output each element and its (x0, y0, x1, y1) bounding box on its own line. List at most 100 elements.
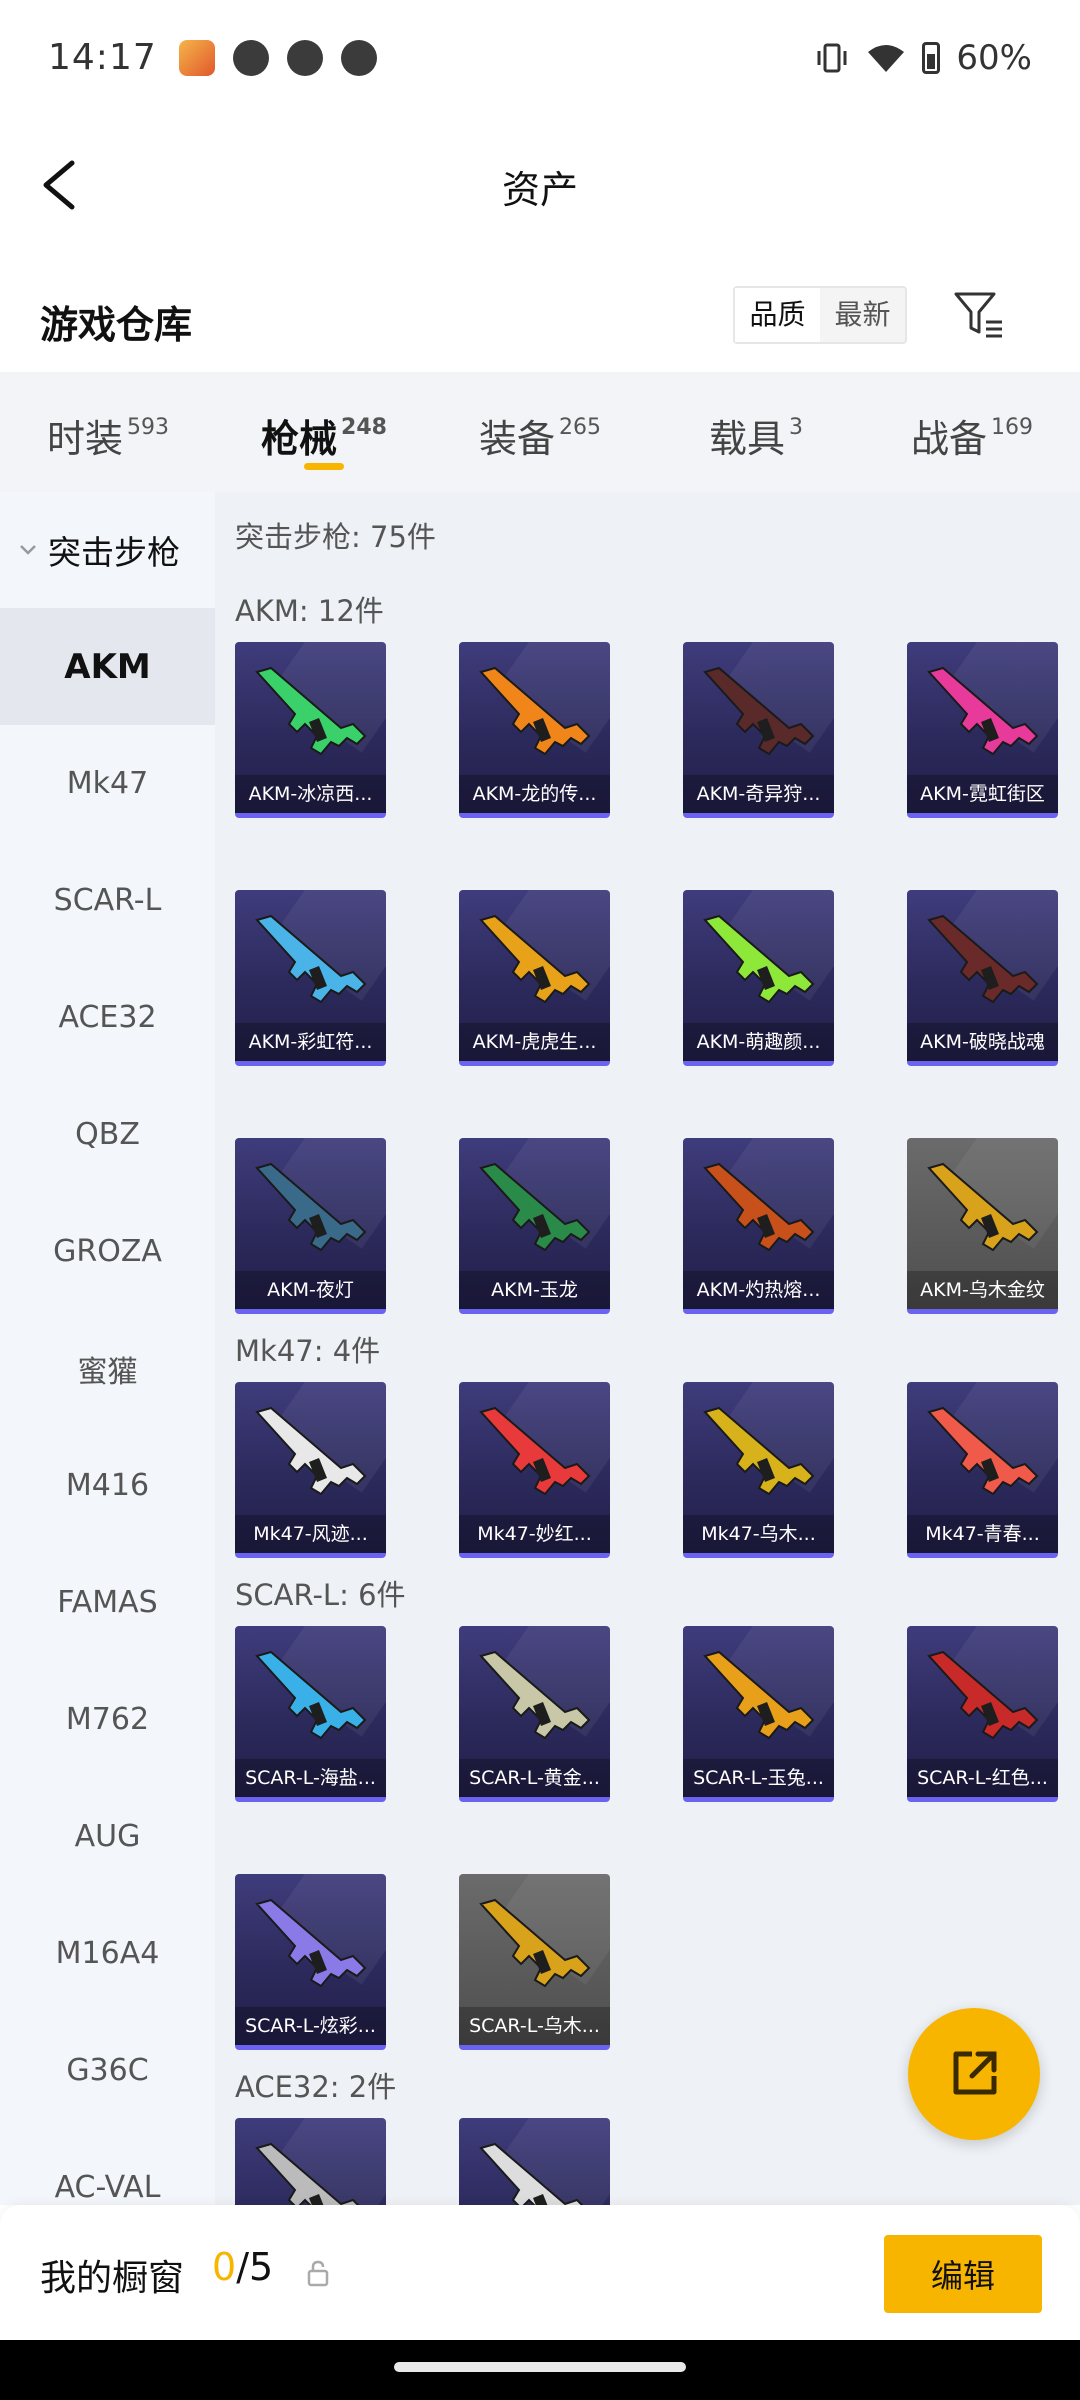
tab-active-indicator (304, 463, 344, 470)
rifle-icon (255, 2142, 360, 2205)
skin-card[interactable]: Mk47-妙红... (459, 1382, 610, 1558)
skin-card[interactable]: AKM-冰凉西... (235, 642, 386, 818)
tab-label: 装备 (478, 417, 555, 461)
skin-card[interactable]: AKM-乌木金纹 (907, 1138, 1058, 1314)
skin-card[interactable]: AKM-龙的传... (459, 642, 610, 818)
skin-name: SCAR-L-玉兔... (683, 1759, 834, 1797)
skin-card[interactable]: AKM-萌趣颜... (683, 890, 834, 1066)
section-header: ACE32: 2件 (235, 2070, 397, 2104)
share-icon (953, 2051, 997, 2095)
skin-name: SCAR-L-黄金... (459, 1759, 610, 1797)
skin-card[interactable]: AKM-灼热熔... (683, 1138, 834, 1314)
rifle-icon (479, 1406, 591, 1496)
tab-label: 载具 (708, 417, 785, 461)
rifle-icon (255, 1898, 367, 1988)
sidebar-item-m416[interactable]: M416 (0, 1427, 215, 1544)
section-header: Mk47: 4件 (235, 1334, 381, 1368)
sidebar-item-groza[interactable]: GROZA (0, 1193, 215, 1310)
battery-icon (922, 41, 941, 74)
rifle-icon (927, 914, 1039, 1004)
calendar-icon (232, 39, 269, 76)
showcase-current: 0 (212, 2245, 237, 2289)
rifle-icon (479, 1162, 591, 1252)
sidebar-group-assault-rifles[interactable]: 突击步枪 (0, 492, 215, 608)
section-header: SCAR-L: 6件 (235, 1578, 406, 1612)
skin-card[interactable]: AKM-虎虎生... (459, 890, 610, 1066)
home-indicator[interactable] (394, 2362, 686, 2372)
motorola-icon (340, 39, 377, 76)
category-summary: 突击步枪: 75件 (235, 520, 436, 554)
rifle-icon (479, 1650, 591, 1740)
tab-label: 时装 (46, 417, 123, 461)
skin-name: Mk47-乌木... (683, 1515, 834, 1553)
rifle-icon (927, 1406, 1039, 1496)
sidebar-item-mk47[interactable]: Mk47 (0, 725, 215, 842)
sidebar-item-m762[interactable]: M762 (0, 1661, 215, 1778)
skin-card[interactable]: Mk47-乌木... (683, 1382, 834, 1558)
share-button[interactable] (908, 2008, 1040, 2140)
sidebar-item-qbz[interactable]: QBZ (0, 1076, 215, 1193)
weapon-sidebar: 突击步枪 AKM Mk47 SCAR-L ACE32 QBZ GROZA 蜜獾 M416 FAM… (0, 492, 215, 2205)
rifle-icon (703, 1650, 815, 1740)
skin-card[interactable]: AKM-霓虹街区 (907, 642, 1058, 818)
skin-card[interactable]: AKM-玉龙 (459, 1138, 610, 1314)
skin-card[interactable]: AKM-夜灯 (235, 1138, 386, 1314)
skin-name: SCAR-L-红色... (907, 1759, 1058, 1797)
skin-card[interactable] (459, 2118, 610, 2205)
system-nav-bar (0, 2340, 1080, 2400)
skin-card[interactable]: AKM-彩虹符... (235, 890, 386, 1066)
skin-name: AKM-灼热熔... (683, 1271, 834, 1309)
rifle-icon (255, 666, 367, 756)
skin-card[interactable]: Mk47-青春... (907, 1382, 1058, 1558)
skin-card[interactable]: Mk47-风迹... (235, 1382, 386, 1558)
showcase-bar: 我的橱窗 0/5 编辑 (0, 2205, 1080, 2340)
tab-label: 枪械 (261, 417, 338, 461)
sidebar-item-m16a4[interactable]: M16A4 (0, 1895, 215, 2012)
tab-vehicles[interactable]: 载具 3 (648, 372, 864, 492)
sort-quality-button[interactable]: 品质 (735, 288, 820, 342)
skin-name: AKM-霓虹街区 (907, 775, 1058, 813)
rifle-icon (479, 2142, 584, 2205)
skin-card[interactable]: SCAR-L-海盐... (235, 1626, 386, 1802)
sidebar-item-scar-l[interactable]: SCAR-L (0, 842, 215, 959)
skin-name: AKM-龙的传... (459, 775, 610, 813)
sidebar-item--[interactable]: 蜜獾 (0, 1310, 215, 1427)
weapon-grid: 突击步枪: 75件 AKM: 12件 AKM-冰凉西... AKM-龙的传... AK… (215, 492, 1080, 2205)
tab-fashion[interactable]: 时装 593 (0, 372, 216, 492)
tab-supplies[interactable]: 战备 169 (864, 372, 1080, 492)
rifle-icon (255, 914, 367, 1004)
skin-card[interactable]: SCAR-L-玉兔... (683, 1626, 834, 1802)
sidebar-item-akm[interactable]: AKM (0, 608, 215, 725)
tab-equipment[interactable]: 装备 265 (432, 372, 648, 492)
rifle-icon (703, 1406, 815, 1496)
rifle-icon (927, 1650, 1039, 1740)
sidebar-item-g36c[interactable]: G36C (0, 2012, 215, 2129)
skin-card[interactable]: AKM-破晓战魂 (907, 890, 1058, 1066)
skin-card[interactable]: SCAR-L-乌木... (459, 1874, 610, 2050)
filter-icon (954, 292, 1002, 338)
sort-newest-button[interactable]: 最新 (820, 288, 905, 342)
sidebar-item-ac-val[interactable]: AC-VAL (0, 2129, 215, 2205)
sidebar-item-aug[interactable]: AUG (0, 1778, 215, 1895)
skin-card[interactable] (235, 2118, 386, 2205)
showcase-total: /5 (236, 2245, 274, 2289)
skin-card[interactable]: SCAR-L-炫彩... (235, 1874, 386, 2050)
tab-count: 248 (341, 415, 387, 440)
skin-name: AKM-乌木金纹 (907, 1271, 1058, 1309)
rifle-icon (479, 666, 591, 756)
rifle-icon (255, 1406, 367, 1496)
status-time: 14:17 (48, 37, 157, 78)
skin-card[interactable]: SCAR-L-黄金... (459, 1626, 610, 1802)
skin-name: SCAR-L-海盐... (235, 1759, 386, 1797)
skin-name: Mk47-风迹... (235, 1515, 386, 1553)
skin-card[interactable]: SCAR-L-红色... (907, 1626, 1058, 1802)
edit-button[interactable]: 编辑 (884, 2235, 1042, 2313)
filter-button[interactable] (952, 288, 1006, 342)
sidebar-item-ace32[interactable]: ACE32 (0, 959, 215, 1076)
skin-name: AKM-冰凉西... (235, 775, 386, 813)
skin-card[interactable]: AKM-奇异狩... (683, 642, 834, 818)
rifle-icon (703, 1162, 815, 1252)
tab-firearms[interactable]: 枪械 248 (216, 372, 432, 492)
skin-name: AKM-玉龙 (459, 1271, 610, 1309)
sidebar-item-famas[interactable]: FAMAS (0, 1544, 215, 1661)
